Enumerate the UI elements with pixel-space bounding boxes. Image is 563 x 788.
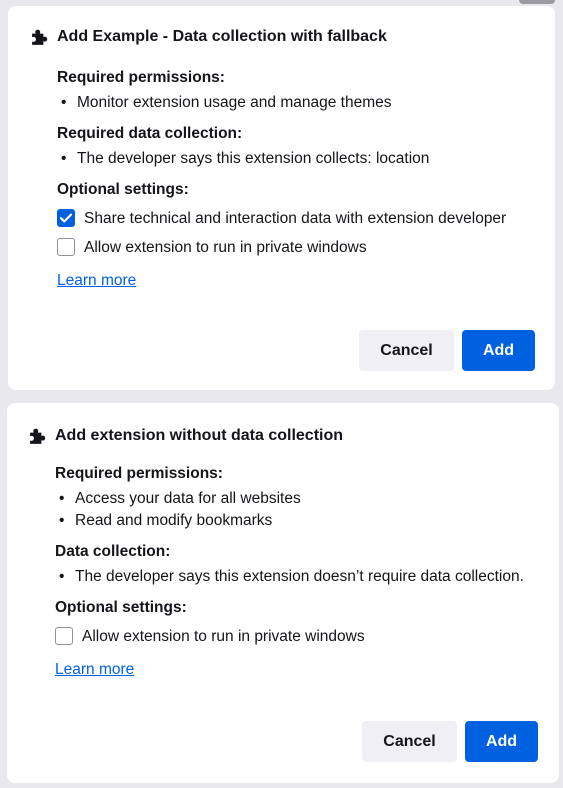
dialog-title: Add Example - Data collection with fallb… — [57, 28, 387, 45]
dialog-header: Add extension without data collection — [29, 427, 343, 445]
add-button[interactable]: Add — [462, 330, 535, 371]
section-heading: Data collection: — [55, 543, 171, 560]
section-heading: Optional settings: — [55, 599, 187, 616]
required-permissions-section: Required permissions: Monitor extension … — [57, 68, 535, 114]
required-permissions-section: Required permissions: Access your data f… — [55, 464, 539, 532]
dialog-header: Add Example - Data collection with fallb… — [31, 28, 387, 46]
section-heading: Required permissions: — [57, 69, 225, 86]
data-collection-list: The developer says this extension collec… — [57, 148, 535, 170]
checkbox-checked[interactable] — [57, 209, 75, 227]
list-item: Monitor extension usage and manage theme… — [57, 92, 535, 114]
option-label: Share technical and interaction data wit… — [84, 210, 507, 227]
puzzle-piece-icon — [32, 29, 48, 45]
option-label: Allow extension to run in private window… — [84, 239, 367, 256]
section-heading: Required data collection: — [57, 125, 243, 142]
dialog-buttons: Cancel Add — [359, 330, 535, 371]
section-heading: Required permissions: — [55, 465, 223, 482]
window-corner-tab — [519, 0, 555, 4]
option-label: Allow extension to run in private window… — [82, 628, 365, 645]
list-item: Read and modify bookmarks — [55, 510, 539, 532]
extension-install-dialog-2: Add extension without data collection Re… — [7, 403, 559, 783]
cancel-button[interactable]: Cancel — [359, 330, 454, 371]
optional-settings-section: Optional settings: Allow extension to ru… — [55, 598, 539, 647]
dialog-buttons: Cancel Add — [362, 721, 538, 762]
data-collection-list: The developer says this extension doesn’… — [55, 566, 539, 588]
checkbox-unchecked[interactable] — [57, 238, 75, 256]
permission-list: Monitor extension usage and manage theme… — [57, 92, 535, 114]
cancel-button[interactable]: Cancel — [362, 721, 457, 762]
learn-more-link[interactable]: Learn more — [57, 272, 136, 290]
data-collection-section: Data collection: The developer says this… — [55, 542, 539, 588]
dialog-title: Add extension without data collection — [55, 427, 344, 444]
permission-list: Access your data for all websites Read a… — [55, 488, 539, 532]
puzzle-piece-icon — [30, 428, 46, 444]
option-private-windows[interactable]: Allow extension to run in private window… — [57, 237, 535, 258]
option-private-windows[interactable]: Allow extension to run in private window… — [55, 626, 539, 647]
option-share-technical-data[interactable]: Share technical and interaction data wit… — [57, 208, 535, 229]
list-item: The developer says this extension doesn’… — [55, 566, 539, 588]
list-item: The developer says this extension collec… — [57, 148, 535, 170]
add-button[interactable]: Add — [465, 721, 538, 762]
page: Add Example - Data collection with fallb… — [0, 0, 563, 788]
checkmark-icon — [60, 213, 72, 223]
learn-more-link[interactable]: Learn more — [55, 661, 134, 679]
required-data-collection-section: Required data collection: The developer … — [57, 124, 535, 170]
dialog-body: Required permissions: Access your data f… — [55, 464, 539, 679]
dialog-body: Required permissions: Monitor extension … — [57, 68, 535, 290]
section-heading: Optional settings: — [57, 181, 189, 198]
list-item: Access your data for all websites — [55, 488, 539, 510]
optional-settings-section: Optional settings: Share technical and i… — [57, 180, 535, 258]
extension-install-dialog-1: Add Example - Data collection with fallb… — [8, 6, 555, 390]
checkbox-unchecked[interactable] — [55, 627, 73, 645]
